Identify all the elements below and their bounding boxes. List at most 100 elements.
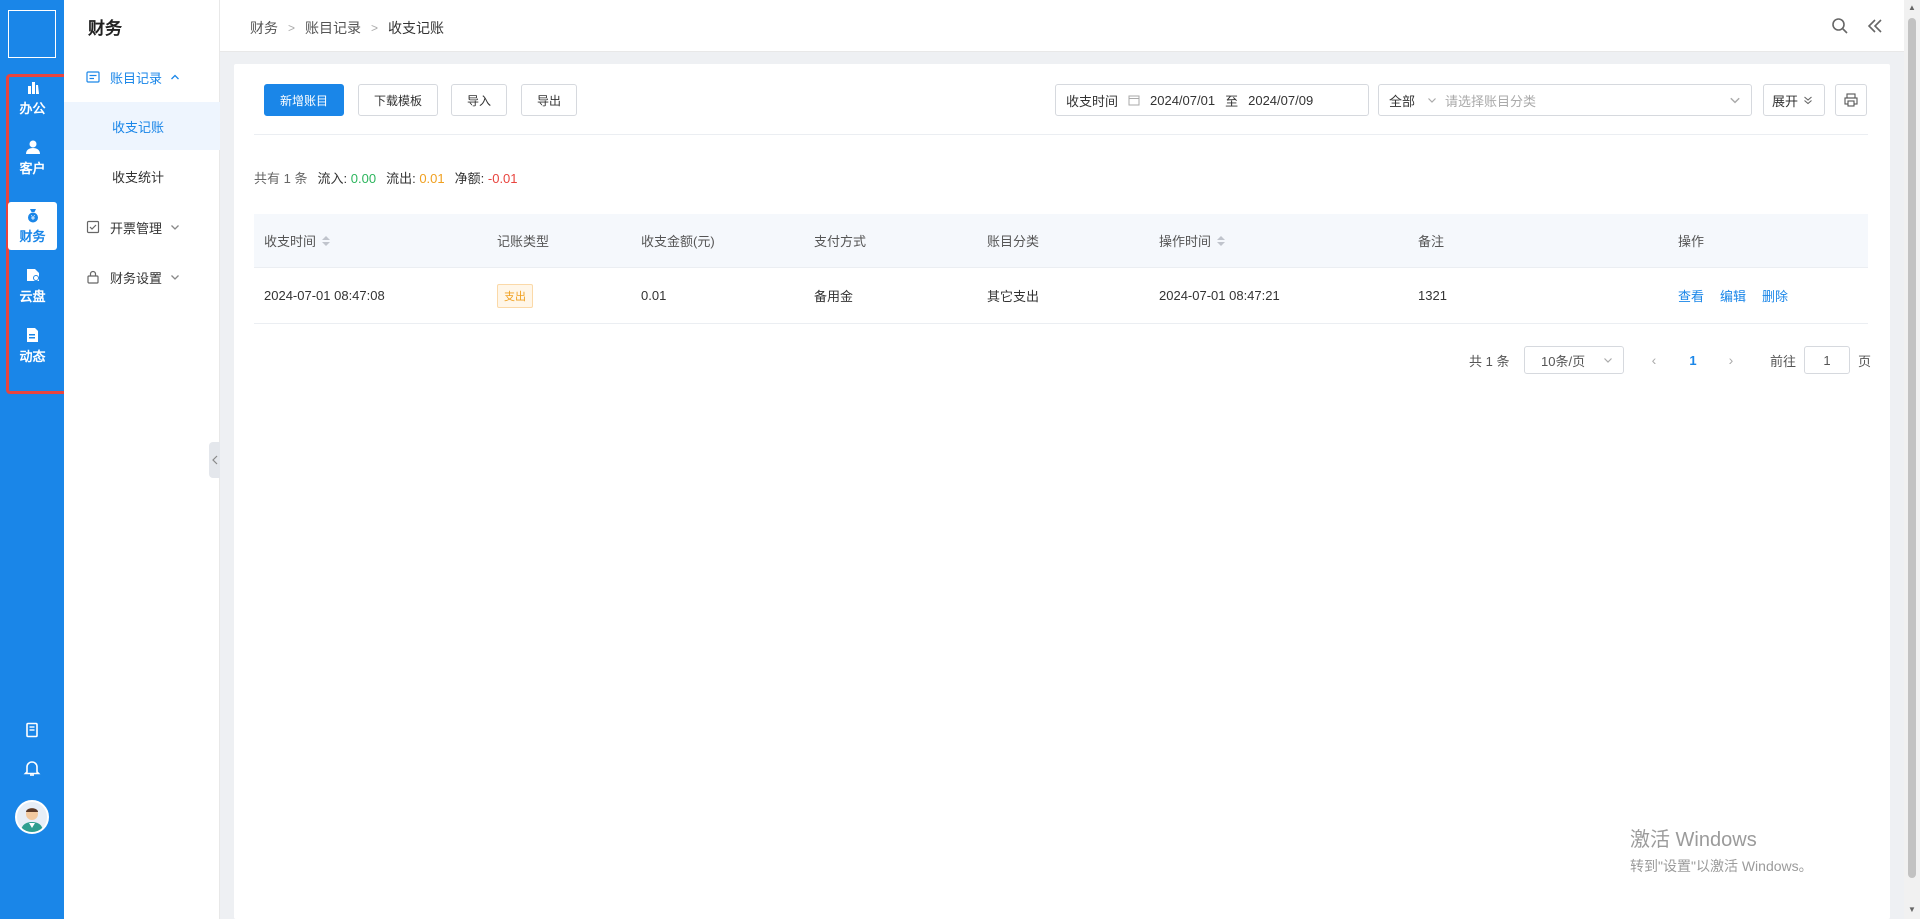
double-chevron-left-icon[interactable]: [1865, 16, 1885, 36]
column-header-method: 支付方式: [814, 234, 867, 249]
cell-time: 2024-07-01 08:47:08: [264, 288, 385, 303]
checkbox-icon: [86, 220, 100, 234]
sort-icon[interactable]: [1217, 235, 1226, 246]
download-template-button[interactable]: 下载模板: [358, 84, 438, 116]
menu-group-label: 开票管理: [110, 220, 163, 236]
menu-group-invoice[interactable]: 开票管理: [64, 205, 220, 249]
cell-note: 1321: [1418, 288, 1447, 303]
table-row: 2024-07-01 08:47:08 支出 0.01 备用金 其它支出 202…: [254, 268, 1868, 324]
export-button[interactable]: 导出: [521, 84, 577, 116]
secondary-sidebar: 财务 账目记录 收支记账 收支统计 开票管理 财务设置: [64, 0, 220, 919]
scroll-down-arrow[interactable]: ▼: [1907, 905, 1917, 915]
watermark-line2: 转到"设置"以激活 Windows。: [1630, 858, 1813, 874]
sidebar-item-statistics[interactable]: 收支统计: [64, 152, 220, 200]
records-table: 收支时间 记账类型 收支金额(元) 支付方式 账目分类 操作时间 备注 操作 2…: [254, 214, 1868, 324]
add-entry-button[interactable]: 新增账目: [264, 84, 344, 116]
column-header-note: 备注: [1418, 234, 1445, 249]
summary-net: 净额: -0.01: [454, 171, 518, 186]
pagination-total: 共 1 条: [1469, 353, 1510, 369]
rail-item-activity[interactable]: 动态: [8, 322, 57, 370]
prev-page-button[interactable]: ‹: [1642, 346, 1666, 374]
delete-link[interactable]: 删除: [1762, 286, 1788, 305]
cell-amount: 0.01: [641, 288, 667, 303]
watermark-line1: 激活 Windows: [1630, 829, 1757, 851]
edit-link[interactable]: 编辑: [1720, 286, 1746, 305]
rail-item-finance[interactable]: ¥ 财务: [8, 202, 57, 250]
scroll-up-arrow[interactable]: ▲: [1907, 3, 1917, 13]
expand-label: 展开: [1772, 93, 1799, 109]
book-icon[interactable]: [22, 720, 42, 740]
rail-item-cloud[interactable]: 云盘: [8, 262, 57, 310]
date-end[interactable]: 2024/07/09: [1248, 93, 1313, 108]
toolbar-divider: [254, 134, 1868, 135]
summary-outflow: 流出: 0.01: [386, 171, 445, 186]
sidebar-item-income-expense[interactable]: 收支记账: [64, 102, 220, 150]
cell-op-time: 2024-07-01 08:47:21: [1159, 288, 1280, 303]
double-chevron-down-icon: [1804, 96, 1812, 105]
chevron-up-icon: [171, 74, 179, 80]
rail-item-label: 动态: [19, 349, 46, 364]
top-bar: 财务 > 账目记录 > 收支记账: [220, 0, 1904, 52]
import-button[interactable]: 导入: [451, 84, 507, 116]
goto-label: 前往: [1770, 353, 1797, 369]
column-header-amount: 收支金额(元): [641, 234, 715, 249]
rail-item-label: 办公: [19, 101, 46, 116]
finance-icon: ¥: [27, 209, 38, 223]
page-suffix: 页: [1858, 353, 1872, 369]
print-button[interactable]: [1835, 84, 1867, 116]
column-header-time[interactable]: 收支时间: [254, 231, 487, 250]
sidebar-collapse-handle[interactable]: [209, 442, 220, 478]
menu-group-settings[interactable]: 财务设置: [64, 255, 220, 299]
breadcrumb-item[interactable]: 财务: [250, 18, 278, 38]
customer-icon: [25, 140, 40, 154]
cell-category: 其它支出: [987, 289, 1040, 304]
main-card: 新增账目 下载模板 导入 导出 收支时间 2024/07/01 至 2024/0…: [234, 64, 1890, 919]
date-range-picker[interactable]: 收支时间 2024/07/01 至 2024/07/09: [1055, 84, 1369, 116]
category-select-placeholder: 请选择账目分类: [1445, 93, 1537, 109]
rail-item-customer[interactable]: 客户: [8, 134, 57, 182]
rail-item-label: 财务: [19, 229, 46, 244]
breadcrumb: 财务 > 账目记录 > 收支记账: [250, 18, 444, 38]
scrollbar-thumb[interactable]: [1908, 18, 1916, 878]
vertical-scrollbar[interactable]: ▲ ▼: [1904, 0, 1920, 919]
page-number-current[interactable]: 1: [1681, 346, 1705, 374]
sidebar-title: 财务: [88, 19, 122, 38]
summary-bar: 共有 1 条 流入: 0.00 流出: 0.01 净额: -0.01: [254, 168, 518, 187]
sort-icon[interactable]: [322, 235, 331, 246]
page-size-select[interactable]: 10条/页: [1524, 346, 1624, 374]
rail-item-office[interactable]: 办公: [8, 74, 57, 122]
expand-button[interactable]: 展开: [1763, 84, 1825, 116]
category-filter[interactable]: 全部 请选择账目分类: [1378, 84, 1752, 116]
date-range-label: 收支时间: [1066, 93, 1119, 109]
bell-icon[interactable]: [22, 758, 42, 778]
app-logo[interactable]: [8, 10, 56, 58]
table-header: 收支时间 记账类型 收支金额(元) 支付方式 账目分类 操作时间 备注 操作: [254, 214, 1868, 268]
page-goto: 前往 页: [1770, 346, 1871, 374]
icon-rail: 办公 客户 ¥ 财务 云盘 动态: [0, 0, 76, 919]
search-icon[interactable]: [1830, 16, 1850, 36]
calendar-icon: [1128, 95, 1140, 106]
column-header-op-time[interactable]: 操作时间: [1149, 231, 1408, 250]
next-page-button[interactable]: ›: [1719, 346, 1743, 374]
type-select-value[interactable]: 全部: [1389, 91, 1415, 110]
cell-actions: 查看 编辑 删除: [1668, 286, 1868, 305]
cloud-disk-icon: [26, 269, 39, 281]
chevron-right-icon: >: [371, 21, 379, 35]
chevron-right-icon: >: [288, 21, 296, 35]
rail-item-label: 客户: [19, 161, 46, 176]
view-link[interactable]: 查看: [1678, 286, 1704, 305]
windows-activation-watermark: 激活 Windows 转到"设置"以激活 Windows。: [1630, 823, 1813, 876]
cell-method: 备用金: [814, 289, 854, 304]
lock-icon: [87, 270, 99, 284]
menu-group-ledger[interactable]: 账目记录: [64, 55, 220, 99]
goto-page-input[interactable]: [1804, 346, 1851, 374]
office-icon: [27, 82, 39, 94]
menu-group-label: 账目记录: [110, 70, 163, 86]
avatar[interactable]: [15, 800, 49, 834]
date-start[interactable]: 2024/07/01: [1150, 93, 1215, 108]
chevron-down-icon: [1428, 98, 1436, 103]
chevron-left-icon: [211, 455, 217, 465]
breadcrumb-item[interactable]: 账目记录: [305, 18, 361, 38]
date-separator: 至: [1225, 93, 1239, 109]
breadcrumb-current: 收支记账: [388, 20, 445, 36]
